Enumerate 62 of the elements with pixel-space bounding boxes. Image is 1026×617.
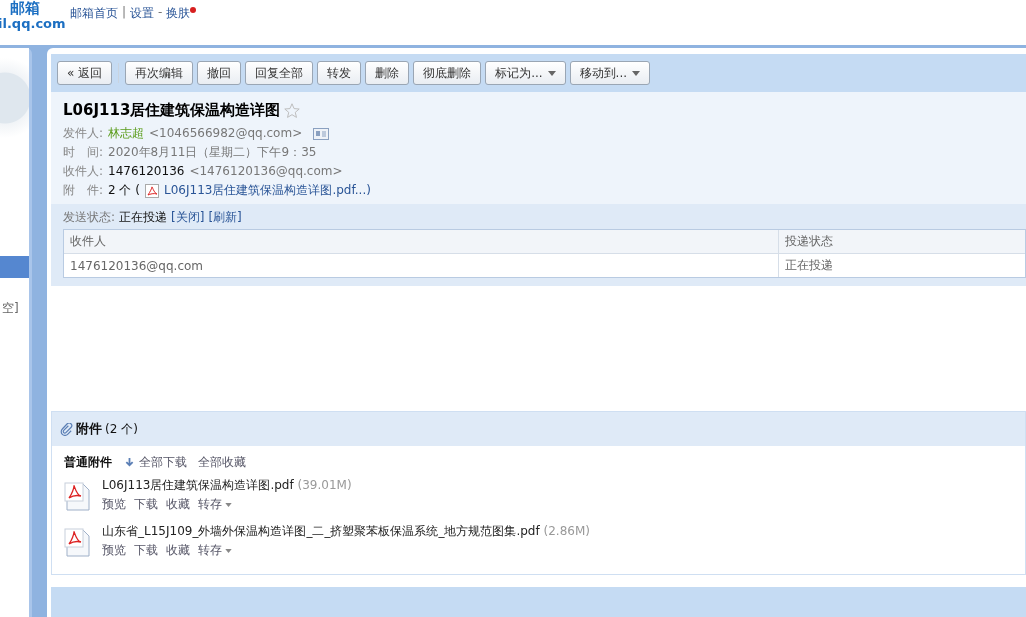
file-action-link[interactable]: 收藏 xyxy=(166,496,190,513)
attachments-count: (2 个) xyxy=(105,420,138,438)
caret-icon xyxy=(225,548,232,553)
separator: - xyxy=(158,5,163,19)
caret-icon xyxy=(225,502,232,507)
sender-address: <1046566982@qq.com> xyxy=(149,125,303,142)
column-header: 收件人 xyxy=(64,230,779,253)
status-link[interactable]: [刷新] xyxy=(208,209,242,226)
field-label: 附 件: xyxy=(63,182,104,199)
pdf-file-icon xyxy=(64,527,92,559)
attachment-action-link[interactable]: 全部收藏 xyxy=(198,454,246,471)
file-name[interactable]: 山东省_L15J109_外墙外保温构造详图_二_挤塑聚苯板保温系统_地方规范图集.pdf xyxy=(102,524,540,538)
file-action-link[interactable]: 下载 xyxy=(134,542,158,559)
attachment-count: 2 个 ( xyxy=(108,182,140,199)
toolbar-button[interactable]: 撤回 xyxy=(197,61,242,85)
toolbar-button[interactable]: « 返回 xyxy=(57,61,113,85)
file-size: (39.01M) xyxy=(297,478,352,492)
file-action-link[interactable]: 收藏 xyxy=(166,542,190,559)
field-label: 发件人: xyxy=(63,125,104,142)
header-link[interactable]: 设置 xyxy=(130,5,155,22)
field-label: 时 间: xyxy=(63,144,104,161)
mail-subject: L06J113居住建筑保温构造详图 xyxy=(63,101,281,120)
status-text: 正在投递 xyxy=(119,209,168,226)
attachments-title: 附件 xyxy=(76,420,102,438)
toolbar-button[interactable]: 删除 xyxy=(365,61,410,85)
clear-link[interactable]: 空] xyxy=(2,300,29,317)
logo-title: 邮箱 xyxy=(10,0,41,17)
toolbar-button[interactable]: 移动到... xyxy=(569,61,651,85)
toolbar-button[interactable]: 标记为... xyxy=(485,61,566,85)
paperclip-icon xyxy=(60,422,73,436)
group-title: 普通附件 xyxy=(64,454,112,471)
send-time: 2020年8月11日（星期二）下午9：35 xyxy=(108,144,317,161)
toolbar-button[interactable]: 回复全部 xyxy=(245,61,314,85)
recipient-address: <1476120136@qq.com> xyxy=(189,163,343,180)
table-cell: 1476120136@qq.com xyxy=(64,254,779,277)
attachment-action-link[interactable]: 全部下载 xyxy=(139,454,187,471)
separator: | xyxy=(122,5,127,19)
status-link[interactable]: [关闭] xyxy=(171,209,205,226)
toolbar-button[interactable]: 彻底删除 xyxy=(413,61,482,85)
contact-card-icon[interactable] xyxy=(313,127,330,140)
pdf-icon xyxy=(145,183,159,198)
table-cell-text: 正在投递 xyxy=(784,257,834,274)
recipient-name: 1476120136 xyxy=(108,163,185,180)
toolbar-button[interactable]: 转发 xyxy=(317,61,362,85)
sidebar-item[interactable] xyxy=(0,256,29,278)
file-action-link[interactable]: 下载 xyxy=(134,496,158,513)
save-to-menu[interactable]: 转存 xyxy=(198,496,232,513)
star-icon[interactable] xyxy=(284,102,301,119)
pdf-file-icon xyxy=(64,481,92,513)
save-to-menu[interactable]: 转存 xyxy=(198,542,232,559)
file-action-link[interactable]: 预览 xyxy=(102,496,126,513)
status-label: 发送状态: xyxy=(63,209,116,226)
file-name[interactable]: L06J113居住建筑保温构造详图.pdf xyxy=(102,478,294,492)
download-icon xyxy=(125,457,134,468)
file-action-link[interactable]: 预览 xyxy=(102,542,126,559)
file-size: (2.86M) xyxy=(543,524,590,538)
toolbar-button[interactable]: 再次编辑 xyxy=(125,61,194,85)
header-link[interactable]: 换肤 xyxy=(166,5,191,22)
attachment-link[interactable]: L06J113居住建筑保温构造详图.pdf...) xyxy=(164,181,371,200)
field-label: 收件人: xyxy=(63,163,104,180)
header-link[interactable]: 邮箱首页 xyxy=(70,5,118,22)
column-header: 投递状态 xyxy=(784,233,834,250)
